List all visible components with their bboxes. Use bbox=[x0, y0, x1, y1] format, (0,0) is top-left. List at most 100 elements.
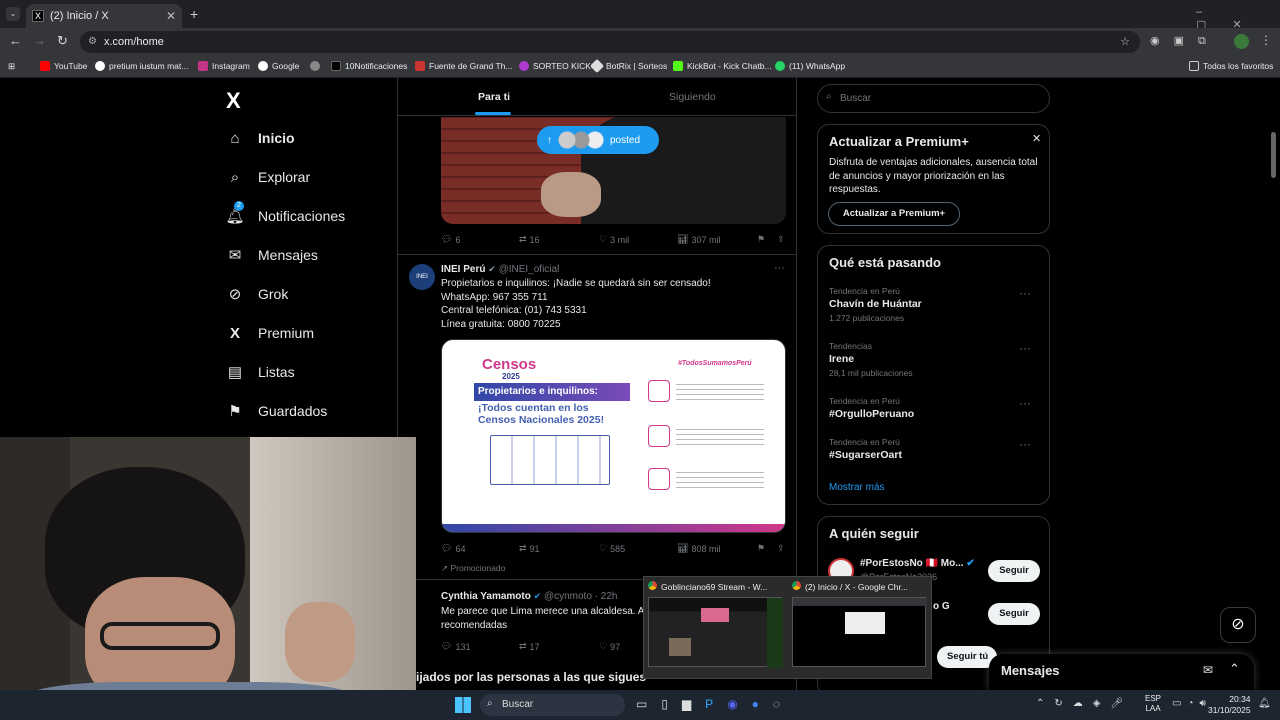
trend-item[interactable]: Tendencia en Perú #OrgulloPeruano ··· bbox=[829, 396, 1041, 426]
more-options-icon[interactable]: ··· bbox=[1019, 396, 1031, 410]
tweet-author[interactable]: INEI Perú ✔ @INEI_oficial bbox=[441, 264, 559, 275]
forward-icon[interactable]: → bbox=[33, 33, 46, 48]
like-button[interactable]: ♡ 585 bbox=[599, 543, 677, 554]
bookmark-google[interactable]: Google bbox=[258, 61, 299, 71]
close-icon[interactable]: ✕ bbox=[1032, 132, 1041, 145]
trend-item[interactable]: Tendencia en Perú #SugarserOart ··· bbox=[829, 437, 1041, 467]
address-bar[interactable]: ⚙ x.com/home ☆ bbox=[80, 31, 1140, 53]
trend-item[interactable]: Tendencias Irene 28,1 mil publicaciones … bbox=[829, 341, 1041, 383]
premium-upgrade-button[interactable]: Actualizar a Premium+ bbox=[828, 202, 960, 226]
premium-card: Actualizar a Premium+ ✕ Disfruta de vent… bbox=[817, 124, 1050, 234]
share-button[interactable]: ⇪ bbox=[777, 234, 785, 245]
new-message-icon[interactable]: ✉ bbox=[1203, 663, 1213, 677]
x-logo-icon[interactable]: X bbox=[226, 88, 241, 114]
back-icon[interactable]: ← bbox=[9, 33, 22, 48]
bookmark-sorteo-kick[interactable]: SORTEO KICK bbox=[519, 61, 591, 71]
notification-bell-icon[interactable]: 🔔︎ bbox=[1258, 698, 1271, 709]
nav-item-grok[interactable]: ⊘ Grok bbox=[226, 285, 289, 303]
nav-item-inicio[interactable]: ⌂ Inicio bbox=[226, 129, 294, 147]
bookmark-fuente[interactable]: Fuente de Grand Th... bbox=[415, 61, 512, 71]
reply-button[interactable]: 💬︎ 6 bbox=[441, 234, 519, 245]
expand-icon[interactable]: ⌃ bbox=[1229, 661, 1240, 677]
bookmark-kickbot[interactable]: KickBot - Kick Chatb... bbox=[673, 61, 772, 71]
bookmark-youtube[interactable]: YouTube bbox=[40, 61, 87, 71]
grok-floating-button[interactable]: ⊘ bbox=[1220, 607, 1256, 643]
avatar[interactable]: INEI bbox=[409, 264, 435, 290]
bookmark-instagram[interactable]: Instagram bbox=[198, 61, 250, 71]
more-options-icon[interactable]: ··· bbox=[1019, 437, 1031, 451]
bookmark-whatsapp[interactable]: (11) WhatsApp bbox=[775, 61, 845, 71]
menu-icon[interactable]: ⋮ bbox=[1260, 33, 1272, 47]
reply-button[interactable]: 💬︎ 131 bbox=[441, 641, 519, 652]
retweet-button[interactable]: ⇄ 16 bbox=[519, 234, 599, 245]
new-posts-pill[interactable]: ↑ posted bbox=[537, 126, 659, 154]
reply-button[interactable]: 💬︎ 64 bbox=[441, 543, 519, 554]
retweet-button[interactable]: ⇄ 91 bbox=[519, 543, 599, 554]
bookmark-pretium[interactable]: pretium iustum mat... bbox=[95, 61, 188, 71]
tab-para-ti[interactable]: Para ti bbox=[478, 91, 510, 103]
nav-item-notificaciones[interactable]: 🔔︎ 2 Notificaciones bbox=[225, 201, 345, 225]
messages-drawer[interactable]: Mensajes ✉ ⌃ bbox=[989, 654, 1254, 690]
retweet-button[interactable]: ⇄ 17 bbox=[519, 641, 599, 652]
follow-button[interactable]: Seguir bbox=[988, 560, 1040, 582]
new-tab-button[interactable]: + bbox=[190, 6, 198, 22]
nav-item-guardados[interactable]: ⚑ Guardados bbox=[226, 402, 327, 420]
trend-item[interactable]: Tendencia en Perú Chavín de Huántar 1.27… bbox=[829, 286, 1041, 328]
search-input[interactable]: ⌕ Buscar bbox=[817, 84, 1050, 113]
tweet-author[interactable]: Cynthia Yamamoto ✔ @cynmoto · 22h bbox=[441, 591, 617, 602]
bookmark-star-icon[interactable]: ☆ bbox=[1120, 31, 1130, 53]
show-more-link[interactable]: Mostrar más bbox=[829, 482, 885, 493]
views-count[interactable]: 📊︎ 307 mil bbox=[677, 234, 757, 245]
system-tray-icons[interactable]: ⌃↻☁◈🎤︎ bbox=[1036, 698, 1133, 709]
verified-badge-icon: ✔ bbox=[966, 558, 975, 569]
verified-badge-icon: ✔ bbox=[533, 591, 542, 601]
network-sound-icons[interactable]: ▭◔🔊︎ bbox=[1172, 698, 1212, 709]
more-options-icon[interactable]: ··· bbox=[774, 262, 785, 274]
thumbnail-item[interactable]: Goblinciano69 Stream - W... bbox=[648, 581, 786, 676]
clock[interactable]: 20:34 31/10/2025 bbox=[1208, 694, 1251, 716]
google-icon bbox=[258, 61, 268, 71]
trends-card: Qué está pasando Tendencia en Perú Chaví… bbox=[817, 245, 1050, 505]
page-scrollbar[interactable] bbox=[1271, 132, 1276, 178]
follow-button[interactable]: Seguir tú bbox=[937, 646, 997, 668]
follow-name[interactable]: o G bbox=[933, 601, 950, 612]
bookmark-unnamed[interactable] bbox=[310, 61, 320, 71]
tab-siguiendo[interactable]: Siguiendo bbox=[669, 91, 716, 103]
share-button[interactable]: ⇪ bbox=[777, 543, 785, 554]
bookmark-button[interactable]: ⚑ bbox=[757, 234, 777, 245]
nav-item-mensajes[interactable]: ✉ Mensajes bbox=[226, 246, 318, 264]
thumbnail-item[interactable]: (2) Inicio / X - Google Chr... bbox=[792, 581, 930, 676]
bookmark-botrix[interactable]: BotRix | Sorteos bbox=[589, 58, 667, 74]
profile-avatar[interactable] bbox=[1234, 34, 1249, 49]
x-icon: X bbox=[229, 324, 240, 342]
views-count[interactable]: 📊︎ 808 mil bbox=[677, 543, 757, 554]
taskbar-apps[interactable]: ▭▯▆P◉●◌ bbox=[636, 697, 794, 711]
nav-item-premium[interactable]: X Premium bbox=[226, 324, 314, 342]
like-button[interactable]: ♡ 3 mil bbox=[599, 234, 677, 245]
bookmark-10notificaciones[interactable]: 10Notificaciones bbox=[331, 61, 407, 71]
more-options-icon[interactable]: ··· bbox=[1019, 286, 1031, 300]
follow-button[interactable]: Seguir bbox=[988, 603, 1040, 625]
tab-close-icon[interactable]: ✕ bbox=[166, 9, 176, 23]
bookmark-button[interactable]: ⚑ bbox=[757, 543, 777, 554]
nav-item-explorar[interactable]: ⌕ Explorar bbox=[226, 168, 310, 186]
tweet-media-image[interactable]: Censos 2025 #TodosSumamosPerú Propietari… bbox=[441, 339, 786, 533]
premium-title: Actualizar a Premium+ bbox=[829, 134, 969, 149]
tab-search-button[interactable]: ⌄ bbox=[6, 7, 20, 21]
apps-icon[interactable]: ⊞ bbox=[8, 61, 15, 72]
windows-start-icon[interactable] bbox=[455, 697, 471, 713]
bookmarks-folder[interactable]: Todos los favoritos bbox=[1189, 61, 1273, 71]
messages-title: Mensajes bbox=[1001, 663, 1060, 678]
follow-name[interactable]: #PorEstosNo 🇵🇪 Mo... ✔ bbox=[860, 558, 975, 569]
chrome-icon bbox=[648, 581, 657, 590]
browser-tab[interactable]: X (2) Inicio / X ✕ bbox=[26, 4, 182, 28]
followed-posts-banner[interactable]: ijados por las personas a las que sigues bbox=[416, 668, 646, 690]
site-info-icon[interactable]: ⚙ bbox=[88, 31, 97, 53]
extensions-icons[interactable]: ◉▣⧉ bbox=[1150, 34, 1220, 48]
kick-icon bbox=[519, 61, 529, 71]
taskbar-search[interactable]: ⌕ Buscar bbox=[480, 694, 625, 716]
reload-icon[interactable]: ↻ bbox=[57, 33, 68, 49]
language-indicator[interactable]: ESP LAA bbox=[1145, 694, 1161, 714]
more-options-icon[interactable]: ··· bbox=[1019, 341, 1031, 355]
nav-item-listas[interactable]: ▤ Listas bbox=[226, 363, 295, 381]
